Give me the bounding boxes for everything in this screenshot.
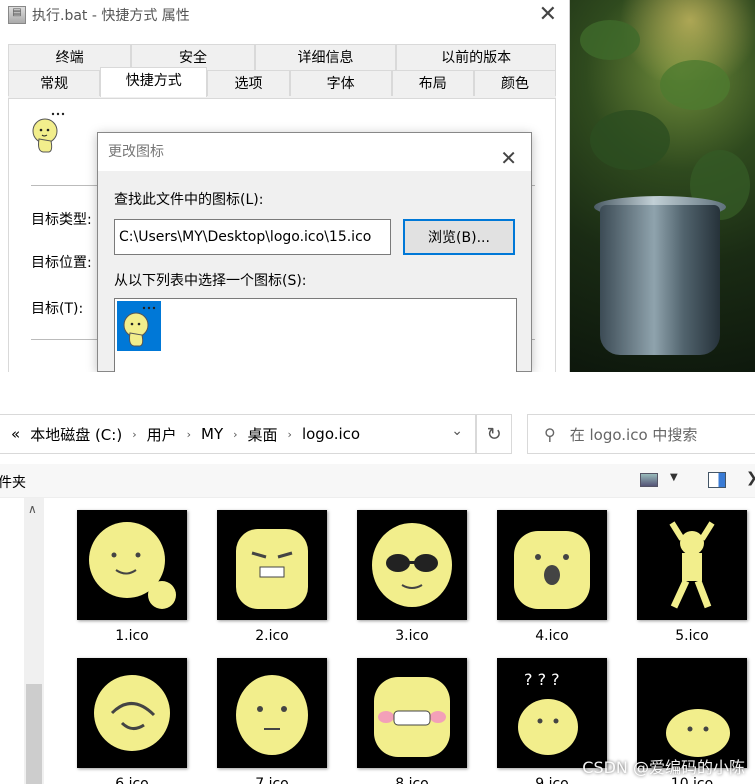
breadcrumb-item-desktop[interactable]: 桌面 — [248, 424, 278, 445]
tab-previous-versions[interactable]: 以前的版本 — [396, 44, 556, 70]
icon-list-label: 从以下列表中选择一个图标(S): — [114, 273, 307, 289]
properties-window: ▤ 执行.bat - 快捷方式 属性 ✕ 终端 安全 详细信息 以前的版本 常规… — [0, 0, 570, 372]
file-item[interactable]: 2.ico — [212, 510, 332, 644]
more-icon[interactable]: ❯ — [746, 470, 755, 486]
tab-options[interactable]: 选项 — [207, 70, 290, 96]
target-label: 目标(T): — [31, 301, 84, 317]
search-icon: ⚲ — [544, 424, 556, 444]
target-location-label: 目标位置: — [31, 255, 92, 271]
chevron-right-icon[interactable]: › — [288, 428, 292, 441]
search-placeholder[interactable]: 在 logo.ico 中搜索 — [570, 424, 698, 445]
watermark: CSDN @爱编码的小陈 — [582, 758, 745, 777]
file-name: 2.ico — [255, 628, 289, 644]
file-name: 5.ico — [675, 628, 709, 644]
search-box[interactable]: ⚲ 在 logo.ico 中搜索 — [527, 414, 755, 454]
close-icon[interactable]: ✕ — [539, 2, 557, 27]
preview-pane-icon[interactable] — [708, 472, 726, 488]
file-thumbnail — [217, 658, 327, 768]
properties-titlebar: ▤ 执行.bat - 快捷方式 属性 ✕ — [0, 0, 569, 30]
file-item[interactable]: 5.ico — [632, 510, 752, 644]
icon-list[interactable] — [114, 298, 517, 372]
file-item[interactable]: 1.ico — [72, 510, 192, 644]
folder-label[interactable]: 件夹 — [0, 472, 26, 492]
svg-text:? ? ?: ? ? ? — [524, 670, 560, 689]
view-mode-icon[interactable] — [640, 473, 658, 487]
chevron-right-icon[interactable]: › — [132, 428, 136, 441]
tab-layout[interactable]: 布局 — [391, 70, 474, 96]
refresh-icon[interactable]: ↻ — [476, 414, 512, 454]
file-name: 1.ico — [115, 628, 149, 644]
chevron-down-icon[interactable]: ⌄ — [451, 423, 463, 439]
file-name: 7.ico — [255, 776, 289, 784]
file-thumbnail — [77, 658, 187, 768]
smiley-face-icon — [89, 522, 176, 609]
chevron-right-icon[interactable]: › — [187, 428, 191, 441]
file-thumbnail — [497, 510, 607, 620]
breadcrumb-item-users[interactable]: 用户 — [147, 424, 177, 445]
nav-scrollbar[interactable]: ∧ — [24, 498, 44, 784]
dialog-titlebar: 更改图标 ✕ — [98, 133, 531, 171]
explorer-window: « 本地磁盘 (C:) › 用户 › MY › 桌面 › logo.ico ⌄ … — [0, 372, 755, 784]
icon-path-input[interactable] — [114, 219, 391, 255]
shocked-bear-icon — [514, 531, 590, 609]
properties-title: 执行.bat - 快捷方式 属性 — [32, 8, 190, 24]
neutral-face-icon — [236, 675, 308, 755]
file-name: 4.ico — [535, 628, 569, 644]
icon-list-item-selected[interactable] — [117, 301, 161, 351]
facepalm-icon — [94, 675, 170, 751]
target-type-label: 目标类型: — [31, 212, 92, 228]
file-item[interactable]: 3.ico — [352, 510, 472, 644]
file-thumbnail — [77, 510, 187, 620]
tab-colors[interactable]: 颜色 — [473, 70, 557, 96]
sunglasses-face-icon — [372, 523, 452, 607]
breadcrumb-item-my[interactable]: MY — [201, 425, 223, 443]
tab-general[interactable]: 常规 — [8, 70, 101, 96]
command-bar: 件夹 ▼ ❯ — [0, 464, 755, 498]
address-bar[interactable]: « 本地磁盘 (C:) › 用户 › MY › 桌面 › logo.ico ⌄ — [0, 414, 476, 454]
scrollbar-thumb[interactable] — [26, 684, 42, 784]
tab-shortcut[interactable]: 快捷方式 — [100, 67, 208, 97]
view-dropdown-icon[interactable]: ▼ — [670, 472, 678, 483]
file-thumbnail: ? ? ? — [497, 658, 607, 768]
file-thumbnail — [217, 510, 327, 620]
breadcrumb-item-logo-ico[interactable]: logo.ico — [302, 425, 360, 443]
file-item[interactable]: 7.ico — [212, 658, 332, 784]
angry-bear-icon — [236, 529, 308, 609]
change-icon-dialog: 更改图标 ✕ 查找此文件中的图标(L): 浏览(B)... 从以下列表中选择一个… — [97, 132, 532, 372]
file-name: 3.ico — [395, 628, 429, 644]
shortcut-icon — [32, 112, 65, 153]
nav-back-icon[interactable]: « — [11, 425, 20, 443]
desktop-wallpaper — [570, 0, 755, 372]
file-item[interactable]: 8.ico — [352, 658, 472, 784]
file-thumbnail — [357, 658, 467, 768]
file-name: 8.ico — [395, 776, 429, 784]
sleepy-bear-icon — [666, 709, 730, 757]
grinning-bear-icon — [374, 677, 450, 757]
confused-bear-icon: ? ? ? — [518, 670, 578, 755]
file-name: 6.ico — [115, 776, 149, 784]
find-icon-label: 查找此文件中的图标(L): — [114, 192, 264, 208]
scroll-up-icon[interactable]: ∧ — [28, 502, 37, 516]
tab-font[interactable]: 字体 — [289, 70, 392, 96]
shortcut-app-icon: ▤ — [8, 6, 26, 24]
browse-button[interactable]: 浏览(B)... — [403, 219, 515, 255]
navigation-pane — [0, 498, 24, 784]
emoji-icon — [123, 306, 156, 347]
file-thumbnail — [357, 510, 467, 620]
dialog-close-icon[interactable]: ✕ — [500, 139, 517, 177]
dialog-title: 更改图标 — [108, 144, 164, 160]
file-thumbnail — [637, 658, 747, 768]
file-item[interactable]: 4.ico — [492, 510, 612, 644]
breadcrumb-item-c-drive[interactable]: 本地磁盘 (C:) — [30, 424, 122, 445]
cheering-figure-icon — [669, 521, 715, 609]
tab-details[interactable]: 详细信息 — [254, 44, 397, 70]
file-item[interactable]: 6.ico — [72, 658, 192, 784]
file-thumbnail — [637, 510, 747, 620]
chevron-right-icon[interactable]: › — [233, 428, 237, 441]
